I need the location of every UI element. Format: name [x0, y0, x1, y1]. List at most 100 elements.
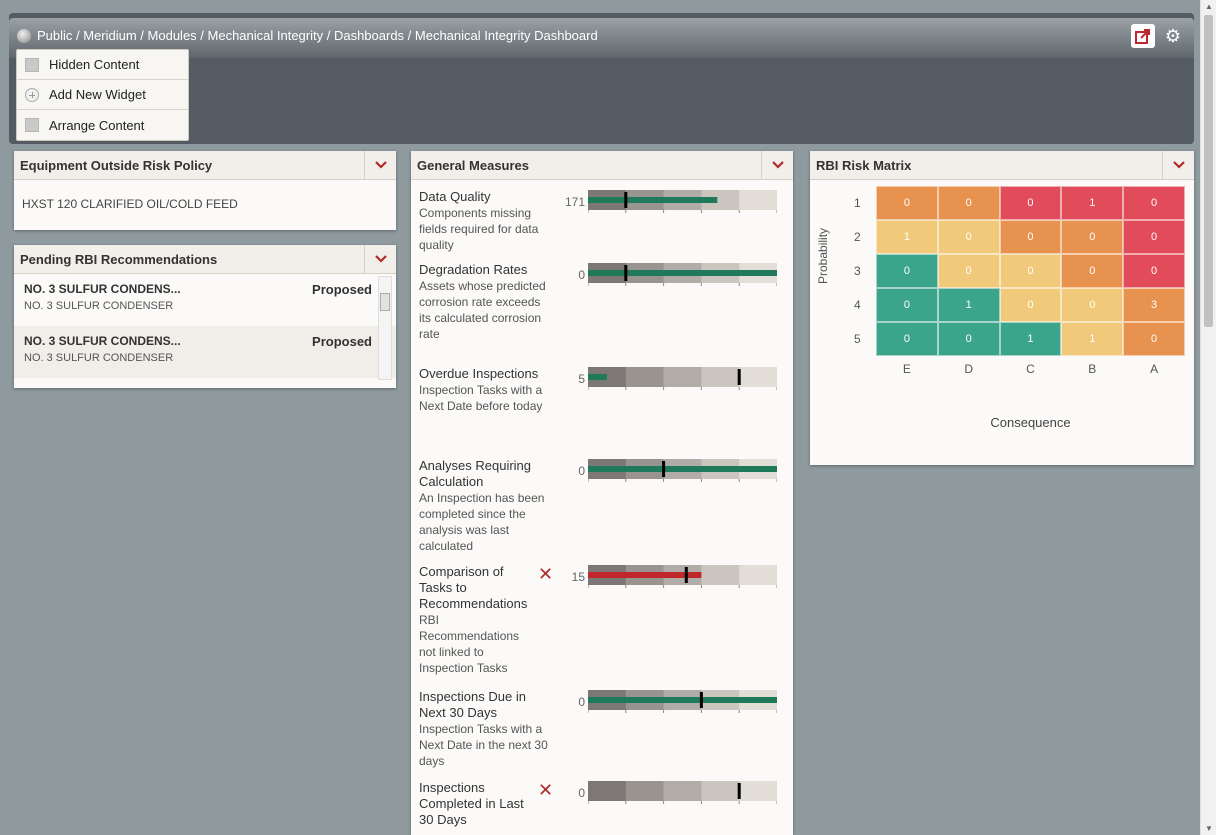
- matrix-row-label: 2: [854, 230, 861, 244]
- measure-value: 171: [564, 195, 585, 209]
- settings-button[interactable]: ⚙: [1161, 24, 1185, 48]
- dashboard-header: Public / Meridium / Modules / Mechanical…: [9, 13, 1194, 144]
- measure-label: Inspections Due in Next 30 Days Inspectio…: [419, 689, 548, 768]
- bullet-target-marker: [624, 192, 628, 208]
- bullet-target-marker: [624, 265, 628, 281]
- matrix-cell[interactable]: 0: [937, 186, 1000, 220]
- panel-header: Equipment Outside Risk Policy: [14, 151, 396, 180]
- matrix-cell[interactable]: 0: [876, 322, 938, 356]
- chevron-down-icon: [1172, 161, 1185, 169]
- bullet-chart: 2520151050: [588, 690, 777, 713]
- dashboard-menu: Hidden Content Add New Widget Arrange Co…: [16, 49, 189, 141]
- alert-x-icon: ✕: [538, 780, 554, 800]
- panel-title: General Measures: [417, 157, 530, 173]
- measure-label: Comparison of Tasks to Recommendations RB…: [419, 564, 537, 676]
- bullet-band: [739, 565, 777, 585]
- y-axis-label: Probability: [816, 227, 830, 284]
- matrix-cell[interactable]: 1: [937, 288, 1000, 322]
- bullet-band: [588, 781, 627, 801]
- matrix-cell[interactable]: 1: [1061, 186, 1124, 220]
- bullet-band: [739, 190, 777, 210]
- chevron-down-icon: [771, 161, 784, 169]
- matrix-cell[interactable]: 1: [1061, 322, 1124, 356]
- panel-collapse-button[interactable]: [761, 151, 793, 179]
- measure-description: Assets whose predicted corrosion rate ex…: [419, 279, 546, 341]
- measure-row[interactable]: Overdue Inspections Inspection Tasks with…: [411, 366, 793, 458]
- matrix-row-label: 1: [854, 196, 861, 210]
- measure-description: Inspection Tasks with a Next Date before…: [419, 383, 543, 413]
- matrix-col-label: B: [1088, 362, 1097, 376]
- matrix-cell[interactable]: 0: [999, 186, 1062, 220]
- panel-title: Equipment Outside Risk Policy: [20, 157, 213, 173]
- panel-header: Pending RBI Recommendations: [14, 245, 396, 274]
- bullet-measure-bar: [588, 374, 607, 380]
- list-item[interactable]: NO. 3 SULFUR CONDENS... NO. 3 SULFUR CON…: [14, 274, 396, 326]
- scroll-up-icon[interactable]: ▲: [1205, 2, 1213, 11]
- matrix-cell[interactable]: 0: [937, 220, 1000, 254]
- menu-item-add-new-widget[interactable]: Add New Widget: [17, 80, 188, 110]
- measure-row[interactable]: Data Quality Components missing fields re…: [411, 189, 793, 262]
- arrange-content-icon: [25, 118, 39, 132]
- measure-description: RBI Recommendations not linked to Inspec…: [419, 613, 520, 675]
- bullet-chart: 1086420: [588, 263, 777, 286]
- recommendation-status: Proposed: [312, 334, 372, 349]
- list-item[interactable]: NO. 3 SULFUR CONDENS... NO. 3 SULFUR CON…: [14, 326, 396, 378]
- matrix-cell[interactable]: 0: [1123, 322, 1185, 356]
- bullet-band: [739, 781, 777, 801]
- menu-item-arrange-content[interactable]: Arrange Content: [17, 110, 188, 140]
- matrix-cell[interactable]: 0: [1123, 254, 1185, 288]
- equipment-risk-panel: Equipment Outside Risk Policy HXST 120 C…: [14, 151, 396, 230]
- matrix-cell[interactable]: 0: [1061, 288, 1124, 322]
- menu-item-hidden-content[interactable]: Hidden Content: [17, 50, 188, 80]
- measure-description: Inspection Tasks with a Next Date in the…: [419, 722, 548, 768]
- bullet-measure-bar: [588, 572, 702, 578]
- measure-label: Degradation Rates Assets whose predicted …: [419, 262, 549, 342]
- matrix-col-label: D: [964, 362, 974, 376]
- measure-value: 0: [578, 786, 585, 800]
- bullet-band: [663, 367, 702, 387]
- measure-label: Data Quality Components missing fields re…: [419, 189, 549, 253]
- matrix-cell[interactable]: 0: [876, 186, 938, 220]
- measure-value: 0: [578, 695, 585, 709]
- bullet-band: [625, 781, 665, 801]
- bullet-target-marker: [737, 369, 741, 385]
- matrix-cell[interactable]: 0: [999, 254, 1062, 288]
- page-scrollbar[interactable]: ▲ ▼: [1200, 0, 1216, 835]
- panel-collapse-button[interactable]: [1162, 151, 1194, 179]
- panel-collapse-button[interactable]: [364, 245, 396, 273]
- measure-row[interactable]: Inspections Completed in Last 30 Days ✕ 00…: [411, 780, 793, 835]
- scroll-down-icon[interactable]: ▼: [1205, 824, 1213, 833]
- breadcrumb[interactable]: Public / Meridium / Modules / Mechanical…: [17, 28, 598, 43]
- matrix-cell[interactable]: 0: [937, 254, 1000, 288]
- measure-row[interactable]: Inspections Due in Next 30 Days Inspectio…: [411, 689, 793, 780]
- measure-row[interactable]: Degradation Rates Assets whose predicted …: [411, 262, 793, 366]
- breadcrumb-text[interactable]: Public / Meridium / Modules / Mechanical…: [37, 28, 598, 43]
- risk-matrix: Probability Consequence 1000102100003000…: [810, 180, 1194, 460]
- matrix-cell[interactable]: 0: [1061, 254, 1124, 288]
- matrix-cell[interactable]: 1: [999, 322, 1062, 356]
- matrix-cell[interactable]: 1: [876, 220, 938, 254]
- matrix-cell[interactable]: 3: [1123, 288, 1185, 322]
- matrix-cell[interactable]: 0: [1123, 220, 1185, 254]
- matrix-cell[interactable]: 0: [999, 288, 1062, 322]
- matrix-cell[interactable]: 0: [937, 322, 1000, 356]
- matrix-cell[interactable]: 0: [876, 254, 938, 288]
- export-button[interactable]: [1131, 24, 1155, 48]
- matrix-cell[interactable]: 0: [1123, 186, 1185, 220]
- scrollbar-thumb[interactable]: [1204, 15, 1213, 327]
- panel-header: General Measures: [411, 151, 793, 180]
- measure-row[interactable]: Analyses Requiring Calculation An Inspect…: [411, 458, 793, 564]
- matrix-cell[interactable]: 0: [876, 288, 938, 322]
- risk-matrix-panel: RBI Risk Matrix Probability Consequence …: [810, 151, 1194, 465]
- matrix-cell[interactable]: 0: [1061, 220, 1124, 254]
- globe-icon: [17, 28, 31, 43]
- panel-collapse-button[interactable]: [364, 151, 396, 179]
- matrix-cell[interactable]: 0: [999, 220, 1062, 254]
- add-circle-icon: [25, 87, 39, 102]
- bullet-chart: 250200150100500: [588, 190, 777, 213]
- panel-header: RBI Risk Matrix: [810, 151, 1194, 180]
- list-scrollbar[interactable]: [378, 276, 392, 380]
- scrollbar-thumb[interactable]: [380, 293, 390, 311]
- equipment-row[interactable]: HXST 120 CLARIFIED OIL/COLD FEED: [14, 180, 396, 211]
- measure-row[interactable]: Comparison of Tasks to Recommendations RB…: [411, 564, 793, 689]
